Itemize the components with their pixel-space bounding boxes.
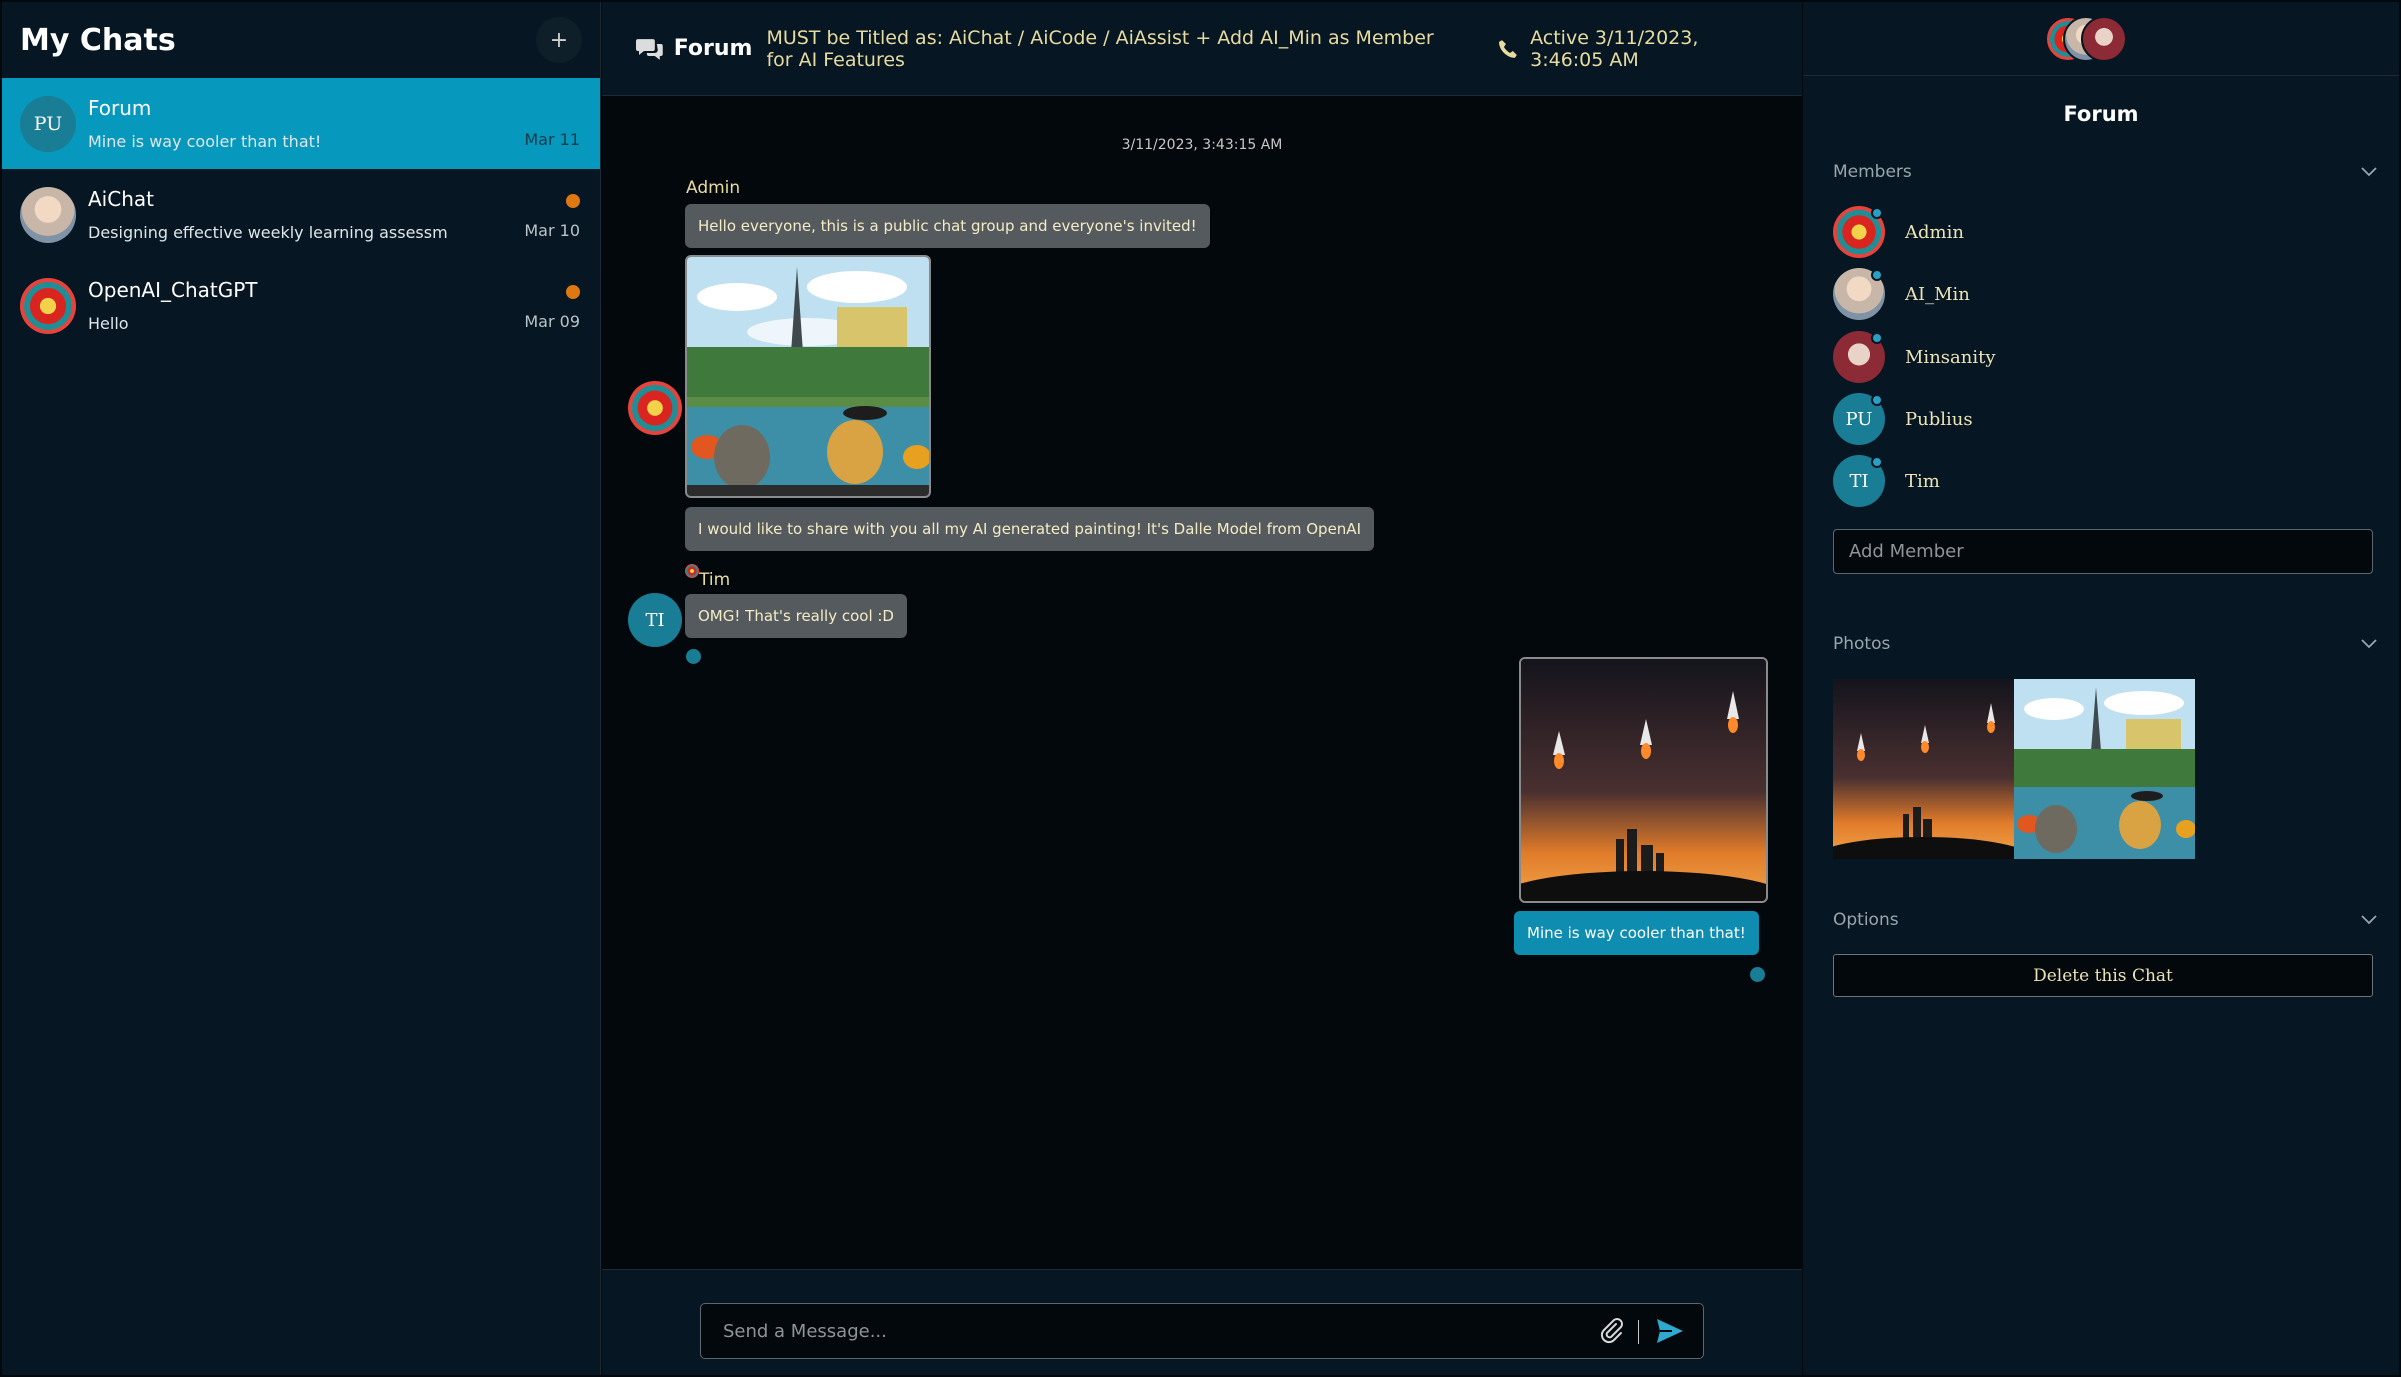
chat-bubbles-icon <box>636 38 663 60</box>
chat-item-name: AiChat <box>88 187 154 211</box>
chat-title: Forum <box>673 36 753 61</box>
chat-list-header: My Chats + <box>2 2 600 78</box>
unread-badge <box>566 285 580 299</box>
chat-item-forum[interactable]: PU Forum Mine is way cooler than that! M… <box>2 78 600 169</box>
member-item-admin[interactable]: Admin <box>1833 205 1964 259</box>
phone-icon[interactable] <box>1498 39 1518 59</box>
options-label: Options <box>1833 910 1899 930</box>
member-item-ai-min[interactable]: AI_Min <box>1833 267 1970 321</box>
chat-window: Forum MUST be Titled as: AiChat / AiCode… <box>602 2 1802 1375</box>
members-label: Members <box>1833 162 1912 182</box>
chat-list-title: My Chats <box>20 22 176 58</box>
chat-item-body: OpenAI_ChatGPT Hello <box>88 278 582 333</box>
composer <box>700 1303 1704 1359</box>
chat-item-openai-chatgpt[interactable]: OpenAI_ChatGPT Hello Mar 09 <box>2 260 600 351</box>
avatar <box>2081 16 2127 62</box>
chat-item-date: Mar 09 <box>524 312 580 331</box>
members-section-toggle[interactable]: Members <box>1833 162 2377 182</box>
active-status: Active 3/11/2023, 3:46:05 AM <box>1530 26 1699 71</box>
member-item-publius[interactable]: PU Publius <box>1833 392 1973 446</box>
chat-item-date: Mar 11 <box>524 130 580 149</box>
delete-chat-button[interactable]: Delete this Chat <box>1833 954 2373 997</box>
chat-item-last-message: Hello <box>88 314 129 333</box>
avatar: TI <box>628 593 682 647</box>
chat-list-sidebar: My Chats + PU Forum Mine is way cooler t… <box>2 2 601 1375</box>
avatar: PU <box>20 95 76 152</box>
options-section-toggle[interactable]: Options <box>1833 910 2377 930</box>
message-bubble: OMG! That's really cool :D <box>685 594 907 638</box>
message-image-rockets[interactable] <box>1519 657 1768 903</box>
photos-label: Photos <box>1833 634 1891 654</box>
online-indicator <box>1871 207 1883 219</box>
details-title: Forum <box>2063 102 2139 126</box>
avatar <box>1833 331 1885 383</box>
unread-badge <box>566 194 580 208</box>
message-list: 3/11/2023, 3:43:15 AM Admin Hello everyo… <box>602 97 1802 1269</box>
member-name: Admin <box>1905 221 1964 243</box>
member-name: Publius <box>1905 408 1973 430</box>
member-item-tim[interactable]: TI Tim <box>1833 454 1940 508</box>
avatar <box>628 381 682 435</box>
paperclip-icon[interactable] <box>1599 1318 1625 1344</box>
add-member-input[interactable] <box>1833 529 2373 574</box>
chat-item-name: Forum <box>88 96 152 120</box>
chat-app: My Chats + PU Forum Mine is way cooler t… <box>0 0 2401 1377</box>
chat-description: MUST be Titled as: AiChat / AiCode / AiA… <box>766 26 1434 71</box>
read-receipt-dot <box>686 649 701 664</box>
avatar-initials: TI <box>1849 470 1869 492</box>
new-chat-button[interactable]: + <box>536 17 582 63</box>
online-indicator <box>1871 332 1883 344</box>
composer-bar <box>602 1269 1802 1375</box>
member-name: AI_Min <box>1905 283 1970 305</box>
avatar: PU <box>1833 393 1885 445</box>
online-indicator <box>1871 394 1883 406</box>
read-receipt-dot <box>1750 967 1765 982</box>
member-name: Minsanity <box>1905 346 1996 368</box>
composer-divider <box>1638 1320 1639 1344</box>
chat-item-name: OpenAI_ChatGPT <box>88 278 258 302</box>
member-avatar-stack <box>1803 2 2399 76</box>
member-item-minsanity[interactable]: Minsanity <box>1833 330 1996 384</box>
chevron-down-icon <box>2361 639 2377 649</box>
member-name: Tim <box>1905 470 1940 492</box>
chat-item-aichat[interactable]: AiChat Designing effective weekly learni… <box>2 169 600 260</box>
rockets-image <box>1521 659 1766 901</box>
chat-item-date: Mar 10 <box>524 221 580 240</box>
message-bubble: I would like to share with you all my AI… <box>685 507 1374 551</box>
chevron-down-icon <box>2361 915 2377 925</box>
avatar <box>20 277 76 334</box>
message-image-painting[interactable] <box>685 255 931 498</box>
read-receipt-avatar <box>685 564 699 578</box>
message-sender: Tim <box>699 570 731 590</box>
message-bubble-mine: Mine is way cooler than that! <box>1514 911 1759 955</box>
avatar-initials: PU <box>1845 408 1873 430</box>
chat-item-body: Forum Mine is way cooler than that! <box>88 96 582 151</box>
message-bubble: Hello everyone, this is a public chat gr… <box>685 204 1210 248</box>
painting-image <box>687 257 929 496</box>
chat-item-last-message: Designing effective weekly learning asse… <box>88 223 448 242</box>
send-icon[interactable] <box>1655 1317 1685 1345</box>
avatar <box>1833 206 1885 258</box>
photo-thumb-painting[interactable] <box>2014 679 2195 859</box>
online-indicator <box>1871 269 1883 281</box>
chat-item-body: AiChat Designing effective weekly learni… <box>88 187 582 242</box>
message-input[interactable] <box>723 1304 1583 1358</box>
avatar <box>20 186 76 243</box>
avatar <box>1833 268 1885 320</box>
message-sender: Admin <box>686 178 741 198</box>
chevron-down-icon <box>2361 167 2377 177</box>
chat-details-sidebar: Forum Members Admin AI_Min Minsanity PU … <box>1803 2 2399 1375</box>
online-indicator <box>1871 456 1883 468</box>
photos-section-toggle[interactable]: Photos <box>1833 634 2377 654</box>
chat-item-last-message: Mine is way cooler than that! <box>88 132 322 151</box>
date-separator: 3/11/2023, 3:43:15 AM <box>1121 137 1283 153</box>
photo-thumb-rockets[interactable] <box>1833 679 2014 859</box>
chat-header: Forum MUST be Titled as: AiChat / AiCode… <box>602 2 1802 96</box>
avatar: TI <box>1833 455 1885 507</box>
